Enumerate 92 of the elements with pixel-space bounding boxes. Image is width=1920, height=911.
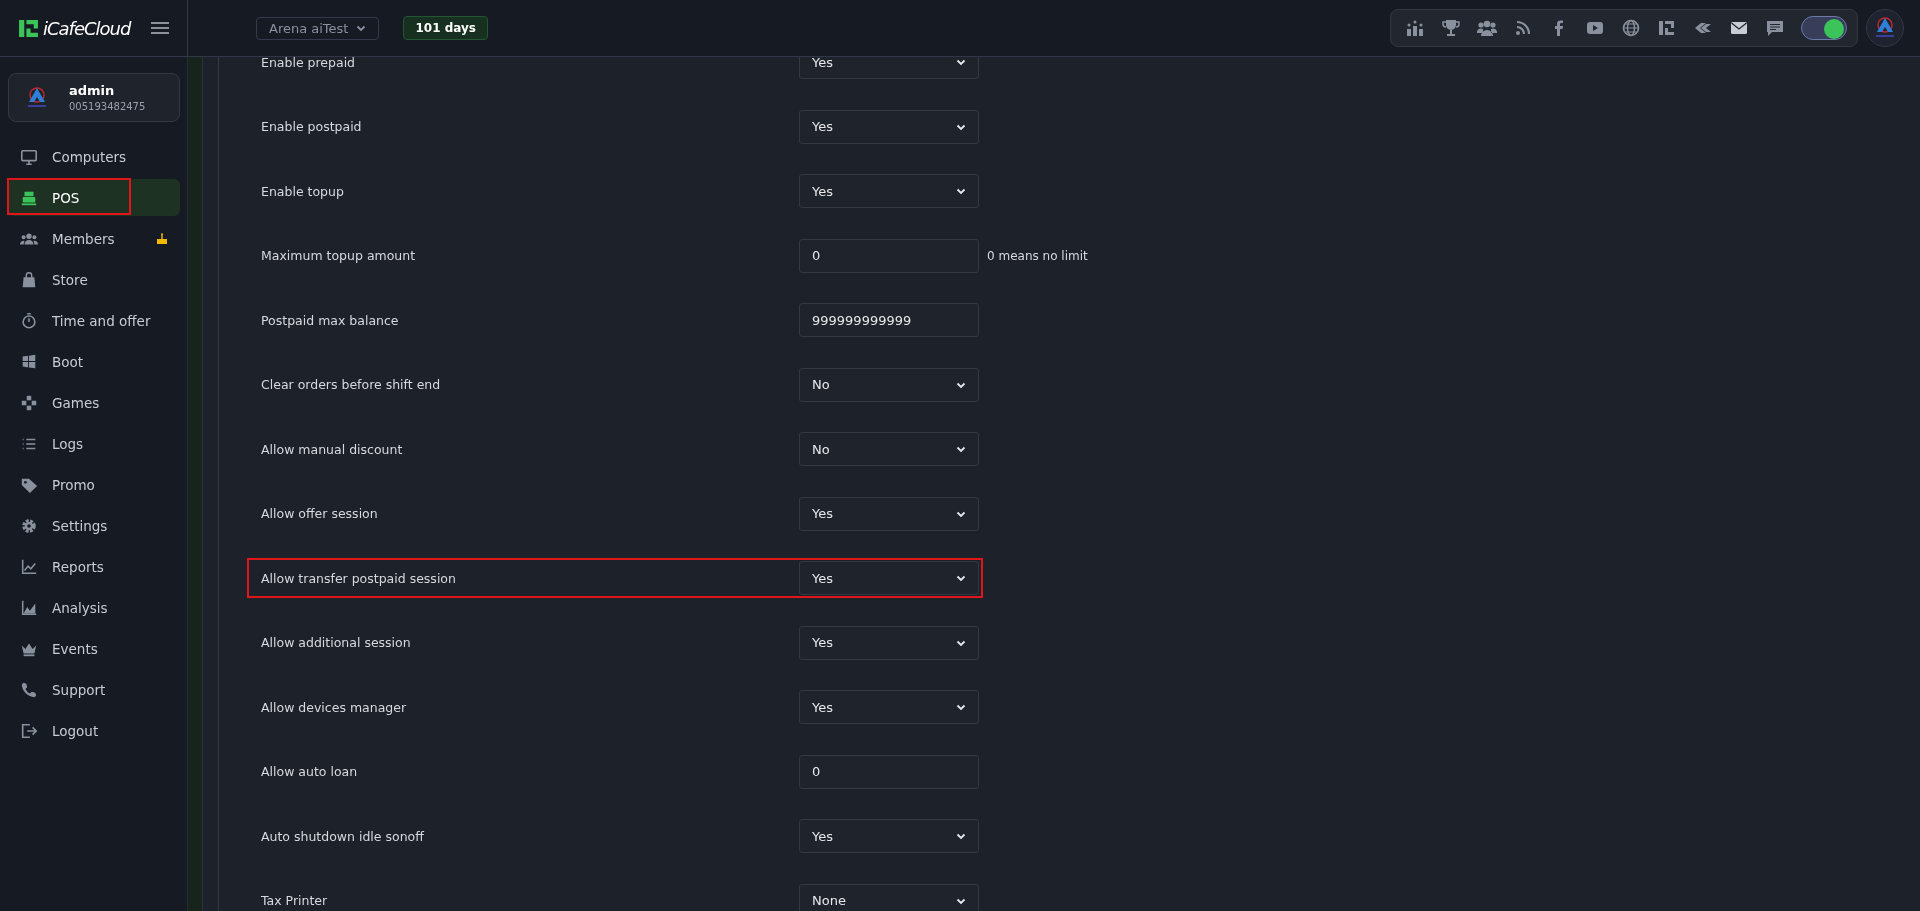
sidebar-item-label: Reports bbox=[52, 558, 104, 575]
sidebar-item-label: Logout bbox=[52, 722, 99, 739]
setting-label: Allow auto loan bbox=[261, 764, 359, 780]
chevron-down-icon bbox=[956, 702, 966, 713]
trophy-icon[interactable] bbox=[1441, 18, 1461, 38]
sidebar-item[interactable]: Analysis bbox=[8, 589, 180, 626]
chevron-down-icon bbox=[356, 23, 367, 33]
sidebar-item-label: Promo bbox=[52, 476, 95, 493]
input-field[interactable]: 0 bbox=[799, 754, 979, 789]
sidebar-item[interactable]: Boot bbox=[8, 343, 180, 380]
select-field[interactable]: Yes bbox=[799, 561, 979, 596]
setting-label: Allow transfer postpaid session bbox=[261, 570, 457, 586]
sidebar-item[interactable]: Time and offer bbox=[8, 302, 180, 339]
shopping-bag-icon bbox=[20, 270, 38, 289]
profile-name: admin bbox=[69, 83, 116, 98]
setting-label: Auto shutdown idle sonoff bbox=[261, 828, 425, 844]
sidebar-item-label: Logs bbox=[52, 435, 84, 452]
select-field[interactable]: No bbox=[799, 432, 979, 467]
chevron-down-icon bbox=[956, 831, 966, 842]
logo-mark-icon[interactable] bbox=[1657, 18, 1677, 38]
setting-label: Allow additional session bbox=[261, 635, 412, 651]
sidebar-item-label: Events bbox=[52, 640, 98, 657]
sidebar-item[interactable]: Logout bbox=[8, 712, 180, 749]
sidebar-item[interactable]: Settings bbox=[8, 507, 180, 544]
setting-label: Clear orders before shift end bbox=[261, 377, 442, 393]
sidebar-item[interactable]: Store bbox=[8, 261, 180, 298]
input-field[interactable]: 0 bbox=[799, 238, 979, 273]
sidebar-item[interactable]: Reports bbox=[8, 548, 180, 585]
setting-label: Allow manual discount bbox=[261, 441, 404, 457]
sidebar-item-label: Boot bbox=[52, 353, 84, 370]
globe-icon[interactable] bbox=[1621, 18, 1641, 38]
gamepad-icon bbox=[20, 393, 38, 412]
sidebar-item[interactable]: Computers bbox=[8, 138, 180, 175]
select-field[interactable]: No bbox=[799, 367, 979, 402]
line-chart-icon bbox=[20, 557, 38, 576]
brand-name: iCafeCloud bbox=[43, 17, 133, 39]
cafe-selector[interactable]: Arena aiTest bbox=[256, 16, 380, 40]
settings-icon bbox=[20, 516, 38, 535]
setting-label: Maximum topup amount bbox=[261, 248, 417, 264]
select-field[interactable]: Yes bbox=[799, 625, 979, 660]
sidebar-item[interactable]: Support bbox=[8, 671, 180, 708]
chevron-down-icon bbox=[956, 57, 966, 68]
sidebar-item-label: POS bbox=[52, 189, 80, 206]
sidebar-item[interactable]: Events bbox=[8, 630, 180, 667]
sidebar-item-label: Computers bbox=[52, 148, 127, 165]
chevron-down-icon bbox=[956, 444, 966, 455]
sidebar-item[interactable]: Members bbox=[8, 220, 180, 257]
select-field[interactable]: Yes bbox=[799, 174, 979, 209]
chevron-down-icon bbox=[956, 186, 966, 197]
rss-icon[interactable] bbox=[1513, 18, 1533, 38]
input-field[interactable]: 999999999999 bbox=[799, 303, 979, 338]
chevron-down-icon bbox=[956, 573, 966, 584]
brand-logo-icon bbox=[18, 17, 39, 39]
sidebar-item[interactable]: POS bbox=[8, 179, 180, 216]
setting-label: Allow offer session bbox=[261, 506, 379, 522]
select-field[interactable]: None bbox=[799, 883, 979, 911]
sidebar-item[interactable]: Games bbox=[8, 384, 180, 421]
users-icon[interactable] bbox=[1477, 18, 1497, 38]
sidebar-item[interactable]: Logs bbox=[8, 425, 180, 462]
field-hint: 0 means no limit bbox=[987, 248, 1088, 263]
select-field[interactable]: Yes bbox=[799, 496, 979, 531]
chat-icon[interactable] bbox=[1765, 18, 1785, 38]
sidebar-item[interactable]: Promo bbox=[8, 466, 180, 503]
sidebar-item-label: Analysis bbox=[52, 599, 108, 616]
account-avatar[interactable] bbox=[1866, 9, 1904, 47]
setting-label: Enable prepaid bbox=[261, 57, 357, 70]
area-chart-icon bbox=[20, 598, 38, 617]
days-remaining-badge: 101 days bbox=[403, 16, 488, 40]
menu-icon[interactable] bbox=[151, 21, 169, 35]
stopwatch-icon bbox=[20, 311, 38, 330]
setting-label: Allow devices manager bbox=[261, 699, 408, 715]
setting-label: Enable postpaid bbox=[261, 119, 363, 135]
select-field[interactable]: Yes bbox=[799, 109, 979, 144]
setting-label: Tax Printer bbox=[261, 893, 329, 909]
theme-toggle[interactable] bbox=[1801, 16, 1847, 40]
select-field[interactable]: Yes bbox=[799, 819, 979, 854]
sidebar-item-label: Support bbox=[52, 681, 106, 698]
sidebar-item-label: Store bbox=[52, 271, 88, 288]
monitor-icon bbox=[20, 147, 38, 166]
phone-icon bbox=[20, 680, 38, 699]
sidebar-item-label: Members bbox=[52, 230, 115, 247]
setting-label: Postpaid max balance bbox=[261, 312, 400, 328]
profile-account-id: 005193482475 bbox=[69, 101, 146, 112]
sidebar-item-label: Games bbox=[52, 394, 100, 411]
logout-icon bbox=[20, 721, 38, 740]
setting-label: Enable topup bbox=[261, 183, 345, 199]
sidebar-item-label: Time and offer bbox=[52, 312, 151, 329]
select-field[interactable]: Yes bbox=[799, 690, 979, 725]
leaderboard-icon[interactable] bbox=[1405, 18, 1425, 38]
sidebar-item-label: Settings bbox=[52, 517, 108, 534]
select-field[interactable]: Yes bbox=[799, 57, 979, 80]
windows-logo-icon bbox=[20, 352, 38, 371]
